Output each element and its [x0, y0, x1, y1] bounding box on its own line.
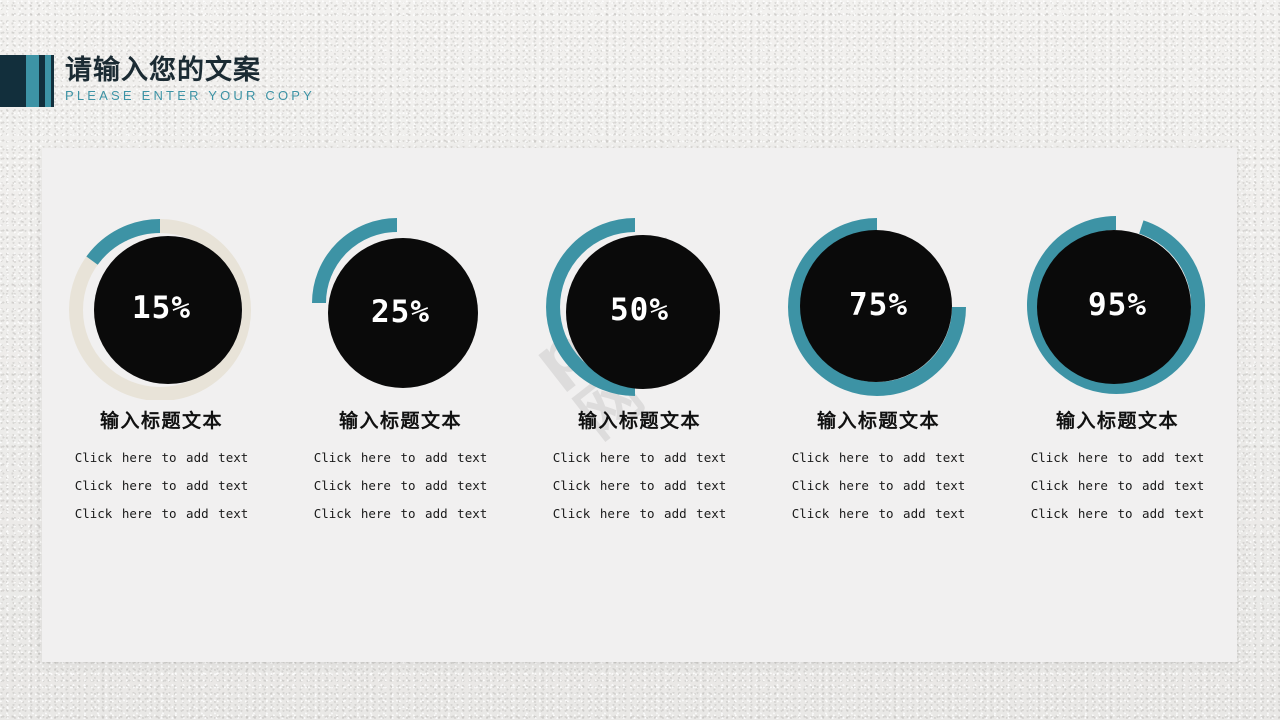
column-body-text: Click here to add text Click here to add… [74, 450, 249, 521]
column-title: 输入标题文本 [816, 411, 940, 432]
column-body-text: Click here to add text Click here to add… [791, 450, 966, 521]
gauge-percent-label: 15% [132, 290, 191, 326]
column-body-text: Click here to add text Click here to add… [552, 450, 727, 521]
gauge-column: 15% 输入标题文本 Click here to add text Click he… [42, 195, 281, 528]
gauge-percent-label: 95% [1088, 287, 1147, 323]
gauge-95: 95% [1018, 195, 1218, 400]
column-body-text: Click here to add text Click here to add… [1030, 450, 1205, 521]
gauge-15: 15% [62, 195, 262, 400]
column-body-text: Click here to add text Click here to add… [313, 450, 488, 521]
gauge-column: 50% 输入标题文本 Click here to add text Click he… [520, 195, 759, 528]
slide-canvas: 请输入您的文案 PLEASE ENTER YOUR COPY ppt示网 15%… [0, 0, 1280, 720]
gauge-columns: 15% 输入标题文本 Click here to add text Click he… [42, 195, 1237, 528]
gauge-column: 95% 输入标题文本 Click here to add text Click he… [998, 195, 1237, 528]
column-title: 输入标题文本 [1055, 411, 1179, 432]
column-title: 输入标题文本 [99, 411, 223, 432]
decoration-stripe-1 [26, 55, 39, 107]
page-subtitle: PLEASE ENTER YOUR COPY [65, 88, 316, 103]
slide-header: 请输入您的文案 PLEASE ENTER YOUR COPY [0, 55, 315, 107]
gauge-50: 50% [540, 195, 740, 400]
column-title: 输入标题文本 [577, 411, 701, 432]
gauge-column: 25% 输入标题文本 Click here to add text Click he… [281, 195, 520, 528]
gauge-percent-label: 50% [610, 292, 669, 328]
page-title: 请输入您的文案 [65, 55, 261, 85]
gauge-percent-label: 25% [371, 294, 430, 330]
gauge-percent-label: 75% [849, 287, 908, 323]
gauge-column: 75% 输入标题文本 Click here to add text Click he… [759, 195, 998, 528]
gauge-25: 25% [301, 195, 501, 400]
header-text-group: 请输入您的文案 PLEASE ENTER YOUR COPY [65, 55, 315, 107]
header-decoration-bars [0, 55, 54, 107]
column-title: 输入标题文本 [338, 411, 462, 432]
gauge-75: 75% [779, 195, 979, 400]
decoration-stripe-2 [45, 55, 51, 107]
